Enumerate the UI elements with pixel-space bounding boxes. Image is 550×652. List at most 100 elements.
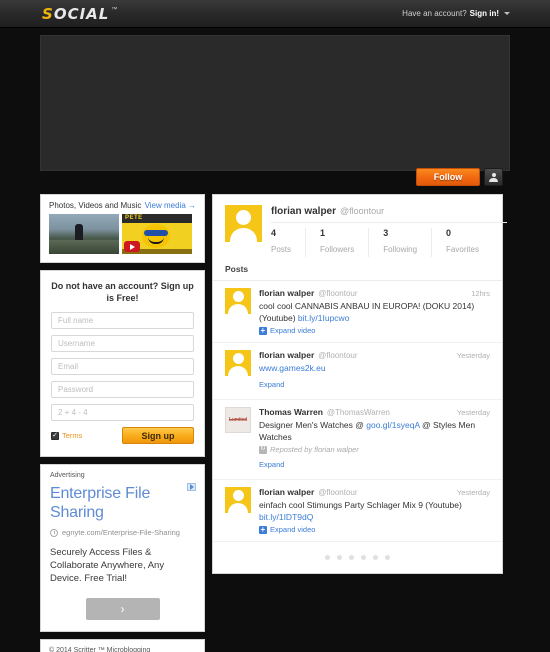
post-text-body: einfach cool Stimungs Party Schlager Mix…: [259, 500, 462, 510]
stat-posts-count: 4: [271, 228, 277, 238]
profile-options-button[interactable]: [484, 168, 503, 186]
password-field[interactable]: Password: [51, 381, 194, 398]
post-text-body: cool cool CANNABIS ANBAU IN EUROPA! (DOK…: [259, 301, 475, 323]
expand-video-link[interactable]: Expand video: [270, 525, 315, 534]
stat-followers-count: 1: [320, 228, 326, 238]
fullname-field[interactable]: Full name: [51, 312, 194, 329]
media-panel: Photos, Videos and Music View media → PE…: [40, 194, 205, 263]
ad-headline[interactable]: Enterprise File Sharing: [50, 484, 195, 522]
pagination-dot[interactable]: [385, 555, 390, 560]
avatar-thumb-text: Lumtied: [228, 417, 248, 423]
email-field[interactable]: Email: [51, 358, 194, 375]
signup-form: Do not have an account? Sign up is Free!…: [41, 271, 204, 456]
page-title: florian walper: [271, 206, 337, 217]
repost-row: Reposted by florian walper: [259, 444, 490, 454]
post-author-name[interactable]: florian walper: [259, 288, 314, 298]
avatar[interactable]: [225, 350, 251, 376]
terms-checkbox[interactable]: [51, 431, 59, 440]
post-text: einfach cool Stimungs Party Schlager Mix…: [259, 499, 490, 523]
post-author-name[interactable]: Thomas Warren: [259, 407, 323, 417]
stat-posts[interactable]: 4 Posts: [271, 228, 307, 257]
footer-panel: © 2014 Scritter ™ Microblogging About Us…: [40, 639, 205, 652]
pagination-dot[interactable]: [325, 555, 330, 560]
post-timestamp: Yesterday: [456, 351, 490, 360]
stat-following-label: Following: [383, 245, 418, 254]
stat-following[interactable]: 3 Following: [383, 228, 433, 257]
cover-action-group: Follow: [416, 168, 503, 186]
clock-icon: [50, 528, 58, 537]
left-sidebar: Photos, Videos and Music View media → PE…: [40, 194, 205, 652]
profile-cover-banner: Follow: [40, 35, 510, 186]
avatar[interactable]: [225, 487, 251, 513]
media-thumbnail-list: PETE: [41, 214, 204, 262]
pagination-dot[interactable]: [337, 555, 342, 560]
post-author-name[interactable]: florian walper: [259, 487, 314, 497]
avatar[interactable]: [225, 205, 262, 242]
post-body: Thomas Warren @ThomasWarren Yesterday De…: [259, 407, 490, 472]
post-text: Designer Men's Watches @ goo.gl/1syeqA @…: [259, 419, 490, 443]
stat-favorites[interactable]: 0 Favorites: [446, 228, 493, 257]
media-thumbnail[interactable]: PETE: [122, 214, 192, 254]
stat-followers[interactable]: 1 Followers: [320, 228, 370, 257]
ad-content: Advertising Enterprise File Sharing egny…: [41, 465, 204, 631]
media-panel-header: Photos, Videos and Music View media →: [41, 195, 204, 214]
ad-cta-button[interactable]: ›: [85, 598, 160, 620]
expand-link[interactable]: Expand: [259, 380, 284, 389]
post-item: florian walper @floontour Yesterday www.…: [213, 343, 502, 400]
terms-link[interactable]: Terms: [62, 431, 82, 440]
person-icon: [489, 172, 498, 182]
chevron-down-icon[interactable]: [504, 12, 510, 15]
account-menu[interactable]: Have an account? Sign in!: [402, 9, 510, 18]
post-expand-row[interactable]: Expand video: [259, 326, 490, 335]
post-header: florian walper @floontour Yesterday: [259, 350, 490, 360]
sunglasses-graphic: [144, 230, 168, 236]
signup-footer-row: Terms Sign up: [51, 427, 194, 444]
expand-video-link[interactable]: Expand video: [270, 326, 315, 335]
post-link[interactable]: goo.gl/1syeqA: [366, 420, 419, 430]
signup-panel: Do not have an account? Sign up is Free!…: [40, 270, 205, 457]
sign-in-link[interactable]: Sign in!: [470, 9, 499, 18]
media-thumbnail[interactable]: [49, 214, 119, 254]
post-link[interactable]: bit.ly/1IDT9dQ: [259, 512, 313, 522]
post-author-handle: @floontour: [318, 351, 358, 360]
post-author-name[interactable]: florian walper: [259, 350, 314, 360]
avatar[interactable]: [225, 288, 251, 314]
thumbnail-caption: PETE: [125, 215, 143, 221]
signup-submit-button[interactable]: Sign up: [122, 427, 194, 444]
terms-group[interactable]: Terms: [51, 431, 82, 440]
post-body: florian walper @floontour Yesterday einf…: [259, 487, 490, 534]
view-media-link[interactable]: View media →: [145, 201, 196, 210]
pagination-dot[interactable]: [361, 555, 366, 560]
advertising-panel: Advertising Enterprise File Sharing egny…: [40, 464, 205, 632]
youtube-play-icon[interactable]: [51, 241, 67, 252]
pagination-dot[interactable]: [373, 555, 378, 560]
post-header: florian walper @floontour 12hrs: [259, 288, 490, 298]
avatar[interactable]: Lumtied: [225, 407, 251, 433]
expand-plus-icon: [259, 326, 267, 335]
media-panel-title: Photos, Videos and Music: [49, 201, 142, 210]
post-author-handle: @floontour: [318, 488, 358, 497]
stat-following-count: 3: [383, 228, 389, 238]
ad-info-icon[interactable]: [187, 483, 196, 491]
username-field[interactable]: Username: [51, 335, 194, 352]
post-timestamp: Yesterday: [456, 488, 490, 497]
follow-button[interactable]: Follow: [416, 168, 480, 186]
post-link[interactable]: bit.ly/1Iupcwo: [298, 313, 350, 323]
youtube-play-icon[interactable]: [124, 241, 140, 252]
post-text: www.games2k.eu: [259, 362, 490, 374]
stat-favorites-count: 0: [446, 228, 452, 238]
main-columns: Photos, Videos and Music View media → PE…: [40, 194, 510, 652]
pagination-dot[interactable]: [349, 555, 354, 560]
expand-link[interactable]: Expand: [259, 460, 284, 469]
post-item: Lumtied Thomas Warren @ThomasWarren Yest…: [213, 400, 502, 480]
post-body: florian walper @floontour Yesterday www.…: [259, 350, 490, 392]
site-logo[interactable]: SOCIAL ™: [42, 5, 117, 23]
ad-url[interactable]: egnyte.com/Enterprise-File-Sharing: [62, 528, 180, 537]
profile-header: florian walper @floontour 4 Posts 1 Foll…: [213, 195, 507, 257]
captcha-field[interactable]: 2 + 4 - 4: [51, 404, 194, 421]
post-link[interactable]: www.games2k.eu: [259, 363, 326, 373]
page-container: Follow Photos, Videos and Music View med…: [0, 35, 550, 652]
sun-graphic: [142, 224, 170, 248]
post-expand-row[interactable]: Expand video: [259, 525, 490, 534]
post-item: florian walper @floontour 12hrs cool coo…: [213, 281, 502, 343]
